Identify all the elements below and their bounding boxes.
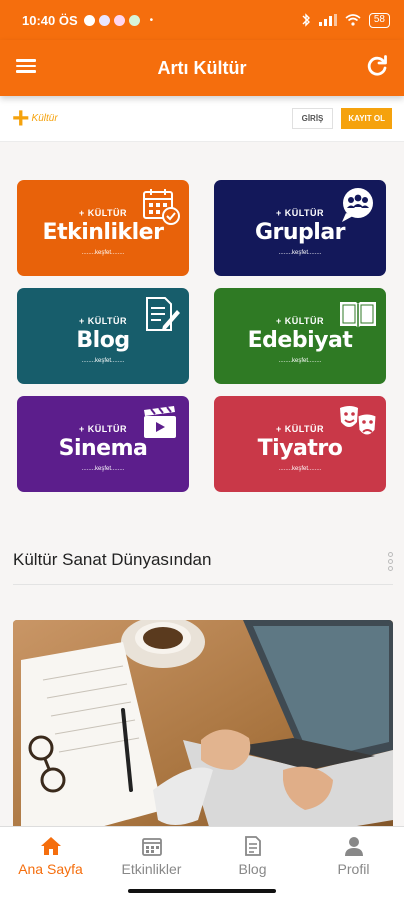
tile-name: Blog [76,328,130,353]
user-icon [344,836,363,856]
signal-icon [318,14,337,26]
more-vertical-icon[interactable] [388,552,394,572]
battery-indicator: 58 [368,12,390,28]
app-title: Artı Kültür [157,57,247,78]
main-content: + KÜLTÜR Etkinlikler ........keşfet.....… [0,142,404,826]
nav-item-blog[interactable]: Blog [202,827,303,884]
tile-prefix: + KÜLTÜR [275,316,325,326]
tile-etkinlikler[interactable]: + KÜLTÜR Etkinlikler ........keşfet.....… [17,180,189,276]
more-notifications-dot: • [149,14,154,26]
calendar-icon [141,837,162,856]
site-logo[interactable]: + Kültür [12,101,58,135]
notification-icons [83,14,140,26]
tile-sub: ........keşfet........ [278,358,322,364]
nav-label: Blog [238,860,267,877]
message-icon [83,14,95,26]
tile-prefix: + KÜLTÜR [275,424,325,434]
app-icon [113,14,125,26]
nav-label: Ana Sayfa [18,860,83,877]
bluetooth-icon [302,13,310,27]
article-image[interactable] [13,620,393,826]
home-gesture-pill[interactable] [128,889,276,893]
tile-blog[interactable]: + KÜLTÜR Blog ........keşfet........ [17,288,189,384]
tile-name: Etkinlikler [42,220,164,245]
tile-prefix: + KÜLTÜR [78,208,128,218]
refresh-icon[interactable] [364,53,390,79]
play-store-icon [128,14,140,26]
desk-laptop-illustration [13,620,393,826]
tile-edebiyat[interactable]: + KÜLTÜR Edebiyat ........keşfet........ [214,288,386,384]
logo-plus-icon: + [12,101,30,135]
app-bar: Artı Kültür [0,40,404,96]
tile-prefix: + KÜLTÜR [275,208,325,218]
tile-sub: ........keşfet........ [278,466,322,472]
hamburger-menu-icon[interactable] [16,56,36,76]
tile-name: Tiyatro [257,436,343,461]
nav-item-home[interactable]: Ana Sayfa [0,827,101,884]
nav-label: Etkinlikler [121,860,182,877]
site-header: + Kültür GİRİŞ KAYIT OL [0,96,404,142]
tile-tiyatro[interactable]: + KÜLTÜR Tiyatro ........keşfet........ [214,396,386,492]
tile-name: Edebiyat [247,328,353,353]
nav-item-etkinlikler[interactable]: Etkinlikler [101,827,202,884]
tile-gruplar[interactable]: + KÜLTÜR Gruplar ........keşfet........ [214,180,386,276]
status-bar: 10:40 ÖS • 58 [0,0,404,40]
tile-name: Gruplar [254,220,346,245]
status-time: 10:40 ÖS [22,12,78,28]
blog-icon [244,835,261,856]
system-navigation-bar [0,884,404,900]
login-button[interactable]: GİRİŞ [291,108,334,129]
nav-label: Profil [337,860,370,877]
logo-text: Kültür [31,113,58,124]
home-icon [40,836,61,855]
register-button[interactable]: KAYIT OL [341,108,392,129]
tile-sub: ........keşfet........ [81,358,125,364]
tile-prefix: + KÜLTÜR [78,424,128,434]
nav-item-profil[interactable]: Profil [303,827,404,884]
tile-sinema[interactable]: + KÜLTÜR Sinema ........keşfet........ [17,396,189,492]
bottom-navigation: Ana Sayfa Etkinlikler Blog Profil [0,826,404,884]
divider [13,584,393,585]
tile-sub: ........keşfet........ [278,250,322,256]
instagram-icon [98,14,110,26]
section-title: Kültür Sanat Dünyasından [13,550,212,569]
tile-sub: ........keşfet........ [81,466,125,472]
tile-name: Sinema [58,436,148,461]
tile-prefix: + KÜLTÜR [78,316,128,326]
wifi-icon [345,14,361,26]
tile-sub: ........keşfet........ [81,250,125,256]
